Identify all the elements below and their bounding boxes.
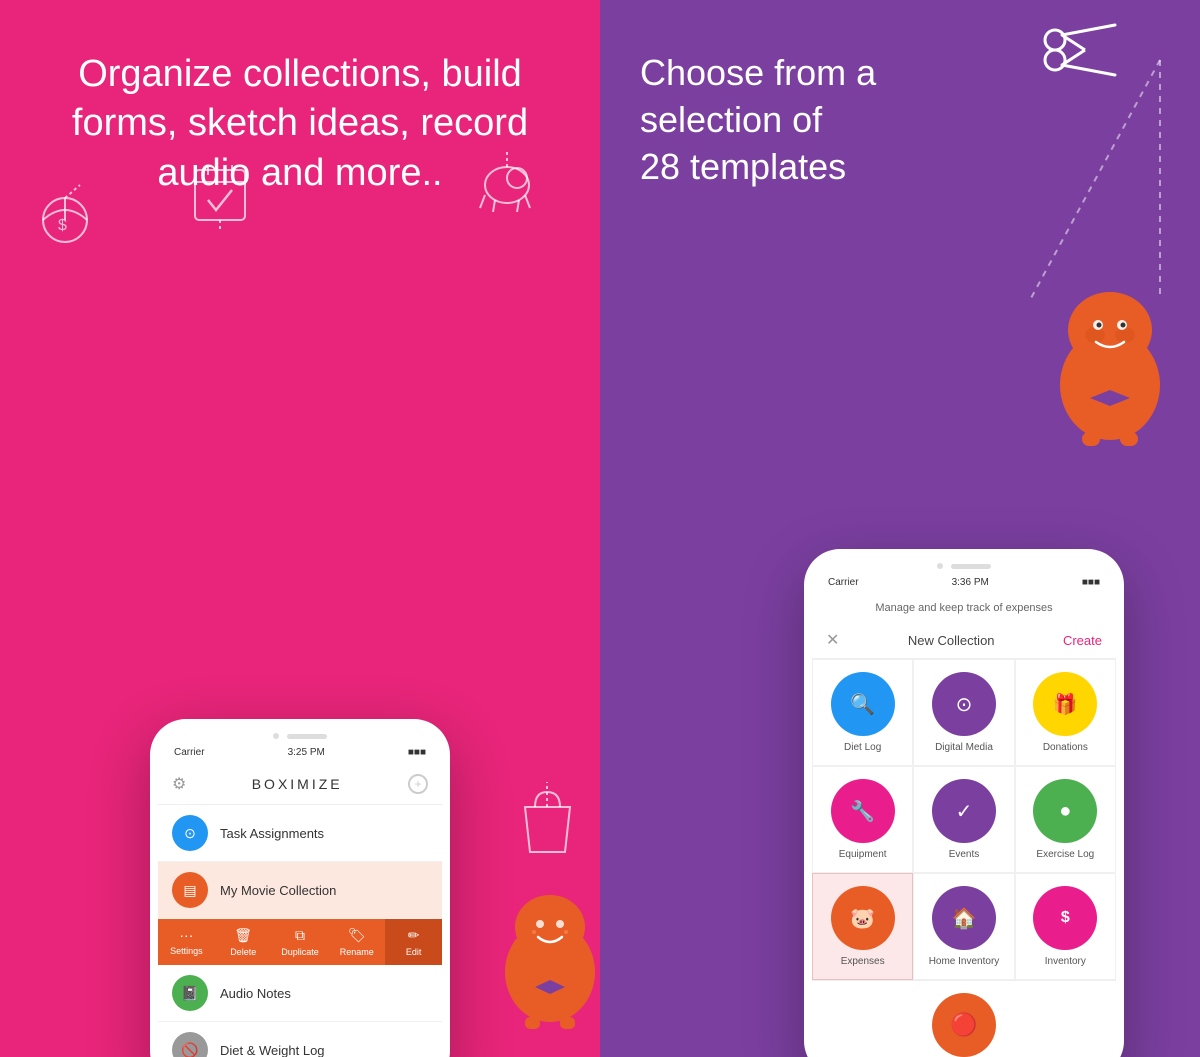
battery-right: ■■■	[1082, 577, 1100, 588]
app-screen-left: ⚙ BOXIMIZE + ⊙ Task Assignments ▤	[158, 764, 442, 1057]
template-equipment[interactable]: 🔧 Equipment	[812, 766, 913, 873]
rename-label: Rename	[340, 947, 374, 957]
home-inventory-label: Home Inventory	[929, 956, 1000, 967]
events-label: Events	[949, 849, 980, 860]
equipment-label: Equipment	[839, 849, 887, 860]
donations-icon: 🎁	[1033, 672, 1097, 736]
carrier-left: Carrier	[174, 747, 205, 758]
right-panel: Choose from a selection of 28 templates …	[600, 0, 1200, 1057]
iphone-left: Carrier 3:25 PM ■■■ ⚙ BOXIMIZE + ⊙	[150, 719, 450, 1057]
edit-label: Edit	[406, 947, 422, 957]
new-collection-title: New Collection	[908, 633, 995, 648]
template-events[interactable]: ✓ Events	[913, 766, 1014, 873]
settings-action[interactable]: ··· Settings	[158, 919, 215, 965]
left-headline: Organize collections, build forms, sketc…	[0, 50, 600, 198]
digital-media-label: Digital Media	[935, 742, 993, 753]
collection-name-diet: Diet & Weight Log	[220, 1043, 325, 1057]
template-exercise-log[interactable]: ● Exercise Log	[1015, 766, 1116, 873]
donations-label: Donations	[1043, 742, 1088, 753]
new-collection-bar: ✕ New Collection Create	[812, 622, 1116, 659]
settings-label: Settings	[170, 946, 203, 956]
exercise-log-label: Exercise Log	[1036, 849, 1094, 860]
time-right: 3:36 PM	[952, 577, 989, 588]
app-screen-right: Manage and keep track of expenses ✕ New …	[812, 594, 1116, 1057]
digital-media-icon: ⊙	[932, 672, 996, 736]
template-donations[interactable]: 🎁 Donations	[1015, 659, 1116, 766]
iphone-right: Carrier 3:36 PM ■■■ Manage and keep trac…	[804, 549, 1124, 1057]
status-bar-left: Carrier 3:25 PM ■■■	[158, 741, 442, 764]
left-panel: $ Organize collections, build forms, ske…	[0, 0, 600, 1057]
action-bar: ··· Settings 🗑 Delete ⧉ Duplicate 🏷	[158, 919, 442, 965]
template-home-inventory[interactable]: 🏠 Home Inventory	[913, 873, 1014, 980]
status-bar-right: Carrier 3:36 PM ■■■	[812, 571, 1116, 594]
time-left: 3:25 PM	[288, 747, 325, 758]
delete-action[interactable]: 🗑 Delete	[215, 919, 272, 965]
delete-icon: 🗑	[234, 927, 252, 944]
edit-icon: ✏	[408, 927, 420, 944]
expenses-icon: 🐷	[831, 886, 895, 950]
home-inventory-icon: 🏠	[932, 886, 996, 950]
collection-item-task[interactable]: ⊙ Task Assignments	[158, 805, 442, 862]
duplicate-label: Duplicate	[281, 947, 319, 957]
collection-item-diet[interactable]: 🚫 Diet & Weight Log	[158, 1022, 442, 1057]
expenses-label: Expenses	[841, 956, 885, 967]
gear-icon[interactable]: ⚙	[172, 774, 186, 794]
template-digital-media[interactable]: ⊙ Digital Media	[913, 659, 1014, 766]
bag-doodle	[515, 782, 580, 857]
rename-icon: 🏷	[348, 927, 366, 944]
subtitle-right: Manage and keep track of expenses	[812, 594, 1116, 622]
collection-name-task: Task Assignments	[220, 826, 324, 841]
equipment-icon: 🔧	[831, 779, 895, 843]
rename-action[interactable]: 🏷 Rename	[328, 919, 385, 965]
template-expenses[interactable]: 🐷 Expenses	[812, 873, 913, 980]
carrier-right: Carrier	[828, 577, 859, 588]
duplicate-action[interactable]: ⧉ Duplicate	[272, 919, 329, 965]
diet-log-icon: 🔍	[831, 672, 895, 736]
mascot-right	[1040, 270, 1180, 455]
inventory-label: Inventory	[1045, 956, 1086, 967]
collection-name-movie: My Movie Collection	[220, 883, 336, 898]
exercise-log-icon: ●	[1033, 779, 1097, 843]
settings-icon: ···	[179, 927, 193, 943]
scissors-icon	[1040, 20, 1120, 94]
right-headline: Choose from a selection of 28 templates	[600, 50, 916, 190]
close-button[interactable]: ✕	[826, 630, 839, 650]
template-inventory[interactable]: $ Inventory	[1015, 873, 1116, 980]
delete-label: Delete	[230, 947, 256, 957]
collection-name-audio: Audio Notes	[220, 986, 291, 1001]
app-title: BOXIMIZE	[252, 776, 343, 792]
svg-text:$: $	[58, 217, 67, 234]
template-grid: 🔍 Diet Log ⊙ Digital Media	[812, 659, 1116, 980]
collection-item-movie[interactable]: ▤ My Movie Collection	[158, 862, 442, 919]
events-icon: ✓	[932, 779, 996, 843]
template-diet-log[interactable]: 🔍 Diet Log	[812, 659, 913, 766]
add-collection-button[interactable]: +	[408, 774, 428, 794]
create-button[interactable]: Create	[1063, 633, 1102, 648]
inventory-icon: $	[1033, 886, 1097, 950]
diet-log-label: Diet Log	[844, 742, 881, 753]
collection-item-audio[interactable]: 📓 Audio Notes	[158, 965, 442, 1022]
duplicate-icon: ⧉	[295, 927, 305, 944]
edit-action[interactable]: ✏ Edit	[385, 919, 442, 965]
mascot-left	[490, 872, 600, 1037]
app-header: ⚙ BOXIMIZE +	[158, 764, 442, 805]
battery-left: ■■■	[408, 747, 426, 758]
